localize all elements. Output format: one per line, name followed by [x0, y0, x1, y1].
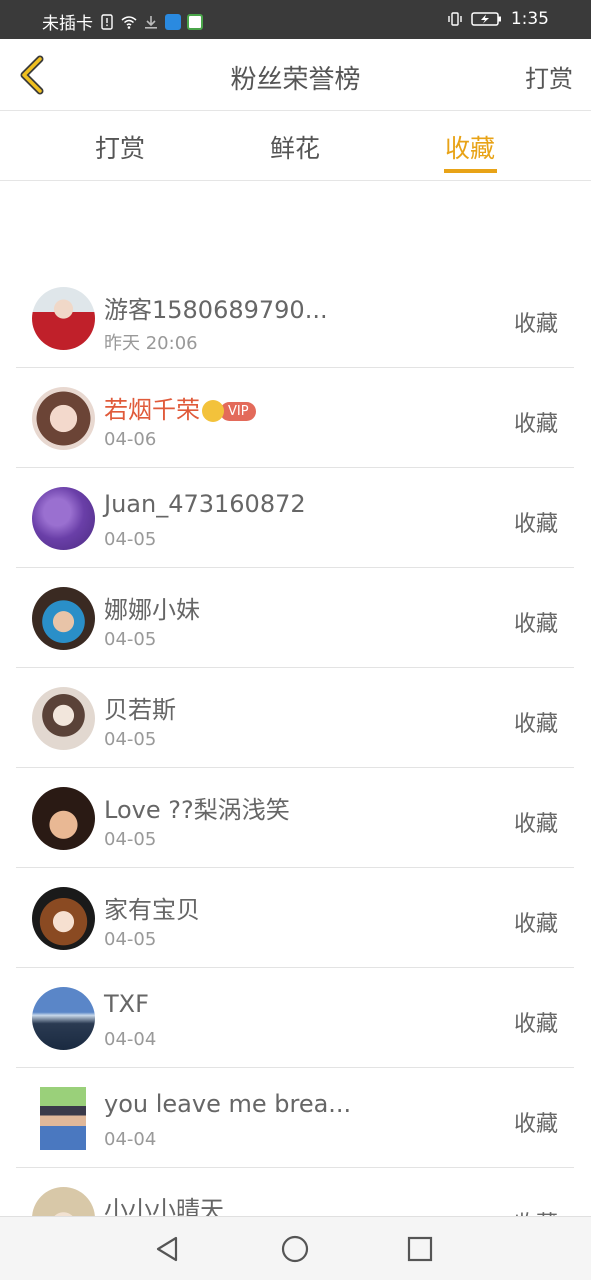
- user-name: Love ??梨涡浅笑: [104, 796, 290, 824]
- action-label: 收藏: [513, 612, 558, 637]
- tab-reward[interactable]: 打赏: [95, 129, 145, 165]
- list-item[interactable]: you leave me brea... 04-04 收藏: [16, 1068, 574, 1168]
- avatar: [32, 887, 95, 950]
- home-circle-icon[interactable]: [279, 1233, 311, 1265]
- crown-icon: [202, 400, 224, 422]
- list-item[interactable]: Juan_473160872 04-05 收藏: [16, 468, 574, 568]
- recents-square-icon[interactable]: [404, 1233, 436, 1265]
- user-name: TXF: [104, 990, 149, 1018]
- fan-list: 游客1580689790... 昨天 20:06 收藏 若烟千荣 VIP 04-0…: [16, 268, 574, 1268]
- vip-label: VIP: [220, 401, 256, 421]
- user-name: Juan_473160872: [104, 490, 306, 518]
- user-date: 04-04: [104, 1029, 157, 1050]
- user-date: 04-05: [104, 529, 157, 550]
- avatar: [32, 987, 95, 1050]
- user-name: 贝若斯: [104, 696, 176, 724]
- back-triangle-icon[interactable]: [152, 1233, 184, 1265]
- user-date: 04-05: [104, 929, 157, 950]
- battery-charging-icon: [471, 12, 501, 26]
- list-item[interactable]: 家有宝贝 04-05 收藏: [16, 868, 574, 968]
- active-tab-indicator: [444, 169, 497, 173]
- tab-flowers[interactable]: 鲜花: [270, 129, 320, 165]
- avatar: [32, 487, 95, 550]
- list-item[interactable]: Love ??梨涡浅笑 04-05 收藏: [16, 768, 574, 868]
- user-date: 昨天 20:06: [104, 333, 198, 354]
- action-label: 收藏: [513, 912, 558, 937]
- app-header: 粉丝荣誉榜 打赏: [0, 39, 591, 111]
- tab-favorites[interactable]: 收藏: [445, 129, 495, 165]
- tab-bar: 打赏 鲜花 收藏: [0, 111, 591, 181]
- user-name: 家有宝贝: [104, 896, 200, 924]
- system-nav-bar: [0, 1216, 591, 1280]
- user-name: 娜娜小妹: [104, 596, 200, 624]
- user-date: 04-04: [104, 1129, 157, 1150]
- user-date: 04-05: [104, 729, 157, 750]
- avatar: [32, 687, 95, 750]
- vibrate-icon: [448, 12, 462, 26]
- status-bar: 未插卡 1:35: [0, 0, 591, 39]
- action-label: 收藏: [513, 412, 558, 437]
- list-item[interactable]: TXF 04-04 收藏: [16, 968, 574, 1068]
- list-item[interactable]: 若烟千荣 VIP 04-06 收藏: [16, 368, 574, 468]
- user-date: 04-06: [104, 429, 157, 450]
- download-icon: [145, 15, 157, 29]
- avatar: [32, 287, 95, 350]
- action-label: 收藏: [513, 712, 558, 737]
- reward-button[interactable]: 打赏: [525, 59, 573, 94]
- wifi-icon: [121, 15, 137, 29]
- avatar: [32, 387, 95, 450]
- list-item[interactable]: 游客1580689790... 昨天 20:06 收藏: [16, 268, 574, 368]
- list-item[interactable]: 娜娜小妹 04-05 收藏: [16, 568, 574, 668]
- action-label: 收藏: [513, 1112, 558, 1137]
- avatar: [40, 1087, 86, 1150]
- sim-alert-icon: [101, 13, 113, 30]
- action-label: 收藏: [513, 512, 558, 537]
- app-icon: [165, 13, 181, 30]
- clock-text: 1:35: [510, 9, 549, 29]
- list-item[interactable]: 贝若斯 04-05 收藏: [16, 668, 574, 768]
- user-date: 04-05: [104, 629, 157, 650]
- action-label: 收藏: [513, 812, 558, 837]
- user-name-text: 若烟千荣: [104, 396, 200, 424]
- action-label: 收藏: [513, 1012, 558, 1037]
- app-icon: [187, 13, 203, 30]
- action-label: 收藏: [513, 312, 558, 337]
- user-name: 游客1580689790...: [104, 296, 328, 324]
- user-name: 若烟千荣 VIP: [104, 390, 256, 425]
- page-title: 粉丝荣誉榜: [230, 65, 361, 95]
- carrier-text: 未插卡: [42, 14, 93, 34]
- user-date: 04-05: [104, 829, 157, 850]
- avatar: [32, 787, 95, 850]
- user-name: you leave me brea...: [104, 1090, 352, 1118]
- avatar: [32, 587, 95, 650]
- vip-badge: VIP: [202, 400, 256, 422]
